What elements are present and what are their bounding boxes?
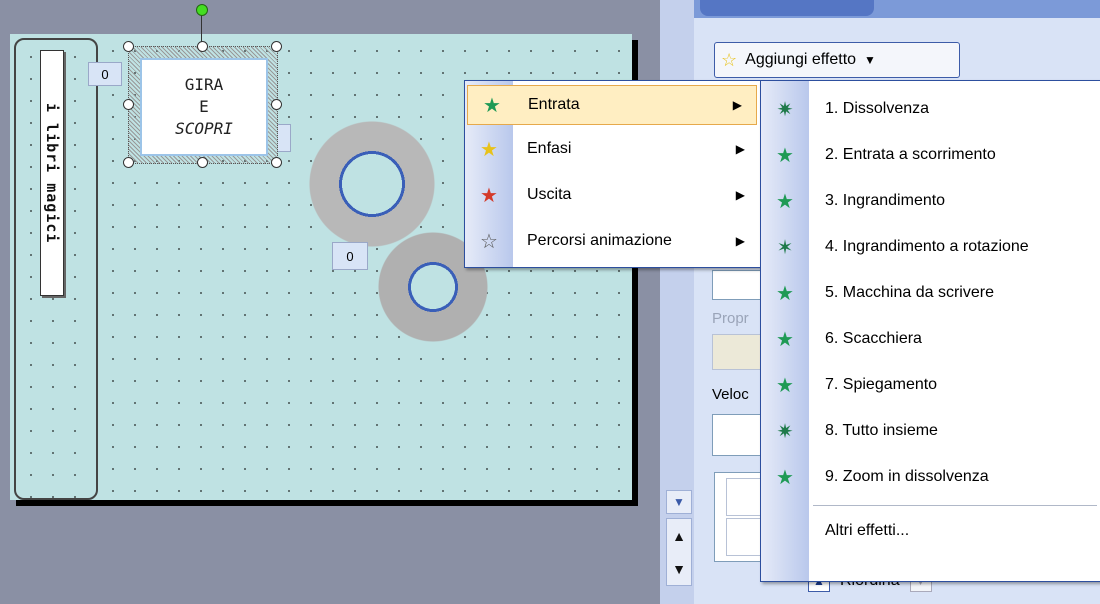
add-effect-button[interactable]: ☆ Aggiungi effetto ▼	[714, 42, 960, 78]
resize-handle[interactable]	[123, 99, 134, 110]
vertical-title-textbox[interactable]: i libri magici	[40, 50, 64, 296]
animation-order-tag: 0	[332, 242, 368, 270]
menu-item-uscita[interactable]: ★ Uscita ▶	[465, 175, 759, 215]
effect-item[interactable]: ★ 6. Scacchiera	[761, 319, 1100, 359]
more-effects-item[interactable]: Altri effetti...	[761, 511, 1100, 551]
entrance-star-icon: ★	[483, 94, 501, 117]
motion-path-star-icon: ☆	[480, 230, 498, 253]
gira-e-scopri-textbox[interactable]: GIRA E SCOPRI	[140, 58, 268, 156]
zoom-dissolve-effect-icon: ★	[776, 466, 794, 489]
effect-item[interactable]: ★ 5. Macchina da scrivere	[761, 273, 1100, 313]
next-slide-icon[interactable]: ▼	[672, 561, 686, 577]
entrance-effects-submenu: ✷ 1. Dissolvenza ★ 2. Entrata a scorrime…	[760, 80, 1100, 582]
resize-handle[interactable]	[197, 41, 208, 52]
fly-in-effect-icon: ★	[776, 144, 794, 167]
add-effect-label: Aggiungi effetto	[745, 51, 857, 68]
textbox-line: E	[199, 97, 209, 116]
animation-order-tag: 0	[88, 62, 122, 86]
textbox-line: SCOPRI	[175, 119, 233, 138]
menu-item-label: Percorsi animazione	[527, 232, 672, 249]
menu-separator	[813, 505, 1097, 506]
emphasis-star-icon: ★	[480, 138, 498, 161]
effect-label: 9. Zoom in dissolvenza	[825, 468, 989, 485]
menu-item-label: Uscita	[527, 186, 572, 203]
effect-item[interactable]: ★ 7. Spiegamento	[761, 365, 1100, 405]
effect-label: 3. Ingrandimento	[825, 192, 946, 209]
effect-item[interactable]: ✷ 1. Dissolvenza	[761, 89, 1100, 129]
gear-large-icon[interactable]	[308, 120, 436, 248]
submenu-arrow-icon: ▶	[735, 188, 745, 202]
effect-item[interactable]: ★ 2. Entrata a scorrimento	[761, 135, 1100, 175]
effect-label: 8. Tutto insieme	[825, 422, 938, 439]
menu-item-enfasi[interactable]: ★ Enfasi ▶	[465, 129, 759, 169]
rotation-handle[interactable]	[196, 4, 208, 16]
property-label: Propr	[712, 310, 749, 327]
animation-order-tag-partial	[278, 124, 291, 152]
appear-effect-icon: ✷	[776, 420, 794, 443]
submenu-arrow-icon: ▶	[732, 98, 742, 112]
effect-label: Altri effetti...	[825, 522, 910, 539]
textbox-line: GIRA	[184, 75, 224, 94]
effect-label: 2. Entrata a scorrimento	[825, 146, 996, 163]
resize-handle[interactable]	[123, 157, 134, 168]
exit-star-icon: ★	[480, 184, 498, 207]
resize-handle[interactable]	[271, 41, 282, 52]
unfold-effect-icon: ★	[776, 374, 794, 397]
menu-item-percorsi-animazione[interactable]: ☆ Percorsi animazione ▶	[465, 221, 759, 261]
effect-item[interactable]: ★ 9. Zoom in dissolvenza	[761, 457, 1100, 497]
dissolve-effect-icon: ✷	[776, 98, 794, 121]
scroll-down-button[interactable]: ▼	[666, 490, 692, 514]
checkerboard-effect-icon: ★	[776, 328, 794, 351]
effect-item[interactable]: ★ 3. Ingrandimento	[761, 181, 1100, 221]
effect-label: 4. Ingrandimento a rotazione	[825, 238, 1029, 255]
submenu-arrow-icon: ▶	[735, 142, 745, 156]
effect-category-menu: ★ Entrata ▶ ★ Enfasi ▶ ★ Uscita ▶ ☆ Perc…	[464, 80, 762, 268]
add-effect-star-icon: ☆	[721, 49, 738, 70]
resize-handle[interactable]	[123, 41, 134, 52]
effect-label: 1. Dissolvenza	[825, 100, 930, 117]
effect-label: 7. Spiegamento	[825, 376, 938, 393]
menu-item-entrata[interactable]: ★ Entrata ▶	[467, 85, 757, 125]
effect-label: 5. Macchina da scrivere	[825, 284, 994, 301]
resize-handle[interactable]	[271, 99, 282, 110]
vertical-title-text: i libri magici	[43, 102, 61, 244]
speed-label: Veloc	[712, 386, 749, 403]
menu-item-label: Enfasi	[527, 140, 572, 157]
chevron-down-icon: ▼	[864, 53, 876, 67]
spin-grow-effect-icon: ✶	[776, 236, 794, 259]
resize-handle[interactable]	[197, 157, 208, 168]
menu-item-label: Entrata	[528, 96, 580, 113]
previous-slide-icon[interactable]: ▲	[672, 528, 686, 544]
resize-handle[interactable]	[271, 157, 282, 168]
prev-next-slide-buttons[interactable]: ▲ ▼	[666, 518, 692, 586]
effect-item[interactable]: ✶ 4. Ingrandimento a rotazione	[761, 227, 1100, 267]
pane-nav-buttons[interactable]	[700, 0, 874, 16]
submenu-arrow-icon: ▶	[735, 234, 745, 248]
typewriter-effect-icon: ★	[776, 282, 794, 305]
effect-label: 6. Scacchiera	[825, 330, 922, 347]
grow-effect-icon: ★	[776, 190, 794, 213]
effect-item[interactable]: ✷ 8. Tutto insieme	[761, 411, 1100, 451]
